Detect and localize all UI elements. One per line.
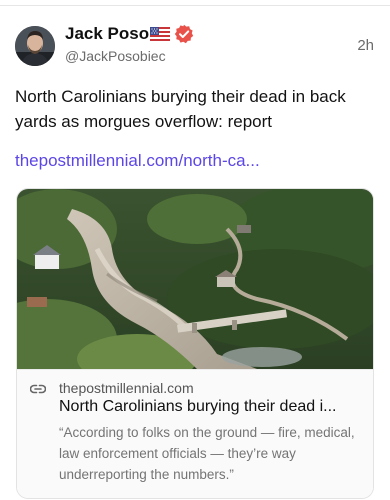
flood-aerial-image: [17, 189, 373, 369]
link-preview-card[interactable]: thepostmillennial.com North Carolinians …: [16, 188, 374, 499]
author-name[interactable]: Jack Poso: [65, 24, 149, 44]
card-description: “According to folks on the ground — fire…: [59, 425, 355, 482]
card-domain: thepostmillennial.com: [59, 380, 194, 396]
avatar[interactable]: [15, 26, 55, 66]
card-title[interactable]: North Carolinians burying their dead i..…: [59, 398, 367, 416]
post-link[interactable]: thepostmillennial.com/north-ca...: [15, 151, 375, 171]
link-icon: [30, 384, 46, 394]
author-handle[interactable]: @JackPosobiec: [65, 48, 166, 64]
verified-badge-icon: [174, 24, 194, 44]
post-text: North Carolinians burying their dead in …: [15, 87, 346, 131]
link-preview-body: thepostmillennial.com North Carolinians …: [17, 369, 373, 498]
us-flag-icon: [150, 27, 170, 41]
post-card[interactable]: Jack Poso @JackPosobiec 2h North Carolin…: [0, 6, 390, 500]
post-timestamp: 2h: [357, 37, 374, 54]
